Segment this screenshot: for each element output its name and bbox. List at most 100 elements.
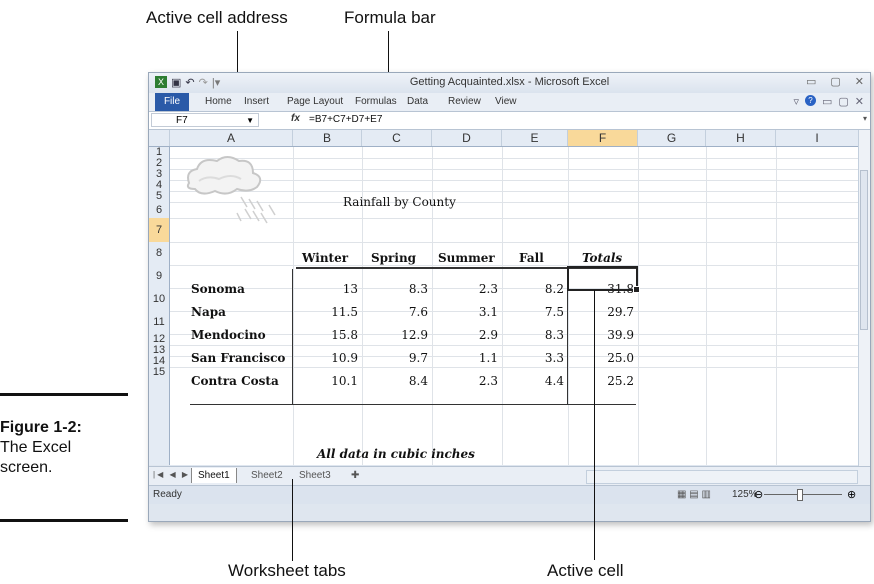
table-border	[292, 269, 293, 405]
formula-bar-row: F7 ▼ fx =B7+C7+D7+E7 ▾	[149, 112, 870, 130]
status-bar: Ready ▦ ▤ ▥ 125% ⊖ ⊕	[149, 485, 870, 504]
tab-insert[interactable]: Insert	[244, 96, 269, 107]
insert-function-icon[interactable]: fx	[291, 113, 300, 124]
page-break-view-icon[interactable]: ▥	[701, 489, 710, 500]
sheet-footnote: All data in cubic inches	[317, 447, 475, 461]
normal-view-icon[interactable]: ▦	[677, 489, 686, 500]
column-header-f[interactable]: F	[568, 130, 638, 146]
vertical-scrollbar[interactable]	[858, 130, 870, 466]
callout-formula-bar: Formula bar	[344, 8, 436, 27]
zoom-out-icon[interactable]: ⊖	[754, 488, 763, 501]
value-cell: 9.7	[408, 351, 428, 365]
column-headers: A B C D E F G H I	[149, 130, 870, 147]
sheet-tab-3[interactable]: Sheet3	[293, 468, 337, 483]
value-cell: 10.1	[331, 374, 358, 388]
value-cell: 2.9	[478, 328, 498, 342]
value-cell: 13	[342, 282, 358, 296]
column-header-c[interactable]: C	[362, 130, 432, 146]
value-cell: 8.4	[408, 374, 428, 388]
tab-file[interactable]: File	[155, 93, 189, 111]
figure-caption-text: The Excel screen.	[0, 439, 72, 476]
page-layout-view-icon[interactable]: ▤	[689, 489, 698, 500]
tab-data[interactable]: Data	[407, 96, 428, 107]
row-header[interactable]: 15	[149, 367, 170, 465]
sheet-tabs-bar: |◀ ◀ ▶ ▶| Sheet1 Sheet2 Sheet3 ✚	[149, 466, 870, 485]
figure-rule-top	[0, 393, 128, 396]
column-header-i[interactable]: I	[776, 130, 859, 146]
fill-handle[interactable]	[633, 286, 640, 293]
excel-window: X ▣ ↶ ↷ |▾ Getting Acquainted.xlsx - Mic…	[148, 72, 871, 522]
tab-formulas[interactable]: Formulas	[355, 96, 397, 107]
tab-page-layout[interactable]: Page Layout	[287, 96, 343, 107]
sheet-tab-2[interactable]: Sheet2	[245, 468, 289, 483]
figure-rule-bottom	[0, 519, 128, 522]
column-header-e[interactable]: E	[502, 130, 568, 146]
row-header[interactable]: 6	[149, 202, 170, 218]
header-totals: Totals	[582, 251, 623, 265]
value-cell: 2.3	[478, 282, 498, 296]
minimize-icon[interactable]: ▭	[806, 75, 816, 88]
value-cell: 12.9	[401, 328, 428, 342]
zoom-in-icon[interactable]: ⊕	[847, 488, 856, 501]
total-cell: 25.0	[607, 351, 634, 365]
column-header-a[interactable]: A	[170, 130, 293, 146]
active-cell-f7[interactable]	[567, 266, 640, 293]
value-cell: 4.4	[544, 374, 564, 388]
workbook-restore-icon[interactable]: ▢	[838, 95, 848, 108]
row-header[interactable]: 8	[149, 242, 170, 265]
gridline	[638, 147, 639, 465]
callout-active-cell-address: Active cell address	[146, 8, 288, 27]
total-cell: 25.2	[607, 374, 634, 388]
status-mode: Ready	[153, 489, 182, 500]
row-header[interactable]: 7	[149, 218, 170, 242]
tab-review[interactable]: Review	[448, 96, 481, 107]
value-cell: 8.2	[544, 282, 564, 296]
workbook-close-icon[interactable]: ✕	[855, 95, 864, 108]
view-buttons: ▦ ▤ ▥	[677, 489, 711, 500]
sheet-tab-1[interactable]: Sheet1	[191, 468, 237, 483]
window-title: Getting Acquainted.xlsx - Microsoft Exce…	[409, 76, 610, 88]
gridline	[170, 242, 859, 243]
zoom-slider-thumb[interactable]	[797, 489, 803, 501]
rain-cloud-clipart	[186, 156, 276, 224]
help-icon[interactable]: ?	[804, 95, 816, 106]
horizontal-scrollbar[interactable]	[586, 470, 858, 484]
gridline	[170, 345, 859, 346]
zoom-slider-track[interactable]	[764, 494, 842, 495]
row-header[interactable]: 10	[149, 288, 170, 311]
callout-line-active-cell	[594, 290, 595, 560]
header-spring: Spring	[371, 251, 417, 265]
restore-icon[interactable]: ▢	[830, 75, 840, 88]
callout-line-worksheet-tabs	[292, 479, 293, 561]
insert-sheet-icon[interactable]: ✚	[345, 468, 365, 483]
column-header-g[interactable]: G	[638, 130, 706, 146]
expand-formula-bar-icon[interactable]: ▾	[863, 114, 867, 123]
tab-home[interactable]: Home	[205, 96, 232, 107]
tab-view[interactable]: View	[495, 96, 517, 107]
chevron-down-icon[interactable]: ▼	[246, 114, 254, 127]
formula-bar-input[interactable]: =B7+C7+D7+E7	[309, 114, 382, 125]
gridline	[706, 147, 707, 465]
name-box[interactable]: F7 ▼	[151, 113, 259, 127]
column-header-d[interactable]: D	[432, 130, 502, 146]
vertical-scroll-thumb[interactable]	[860, 170, 868, 330]
column-header-h[interactable]: H	[706, 130, 776, 146]
value-cell: 7.5	[544, 305, 564, 319]
row-header[interactable]: 11	[149, 311, 170, 334]
ribbon-tabs: File Home Insert Page Layout Formulas Da…	[149, 93, 870, 112]
figure-caption: Figure 1-2: The Excel screen.	[0, 418, 124, 478]
rain-drops	[236, 196, 276, 224]
sheet-title: Rainfall by County	[343, 195, 456, 209]
gridline	[170, 367, 859, 368]
header-winter: Winter	[302, 251, 349, 265]
county-cell: Contra Costa	[191, 374, 279, 388]
select-all-corner[interactable]	[149, 130, 170, 146]
column-header-b[interactable]: B	[293, 130, 362, 146]
row-header[interactable]: 9	[149, 265, 170, 288]
county-cell: Mendocino	[191, 328, 266, 342]
row-header[interactable]: 5	[149, 191, 170, 202]
callout-active-cell: Active cell	[547, 561, 624, 580]
workbook-minimize-icon[interactable]: ▭	[822, 95, 832, 108]
close-icon[interactable]: ✕	[855, 75, 864, 88]
minimize-ribbon-icon[interactable]: ▿	[793, 95, 799, 108]
